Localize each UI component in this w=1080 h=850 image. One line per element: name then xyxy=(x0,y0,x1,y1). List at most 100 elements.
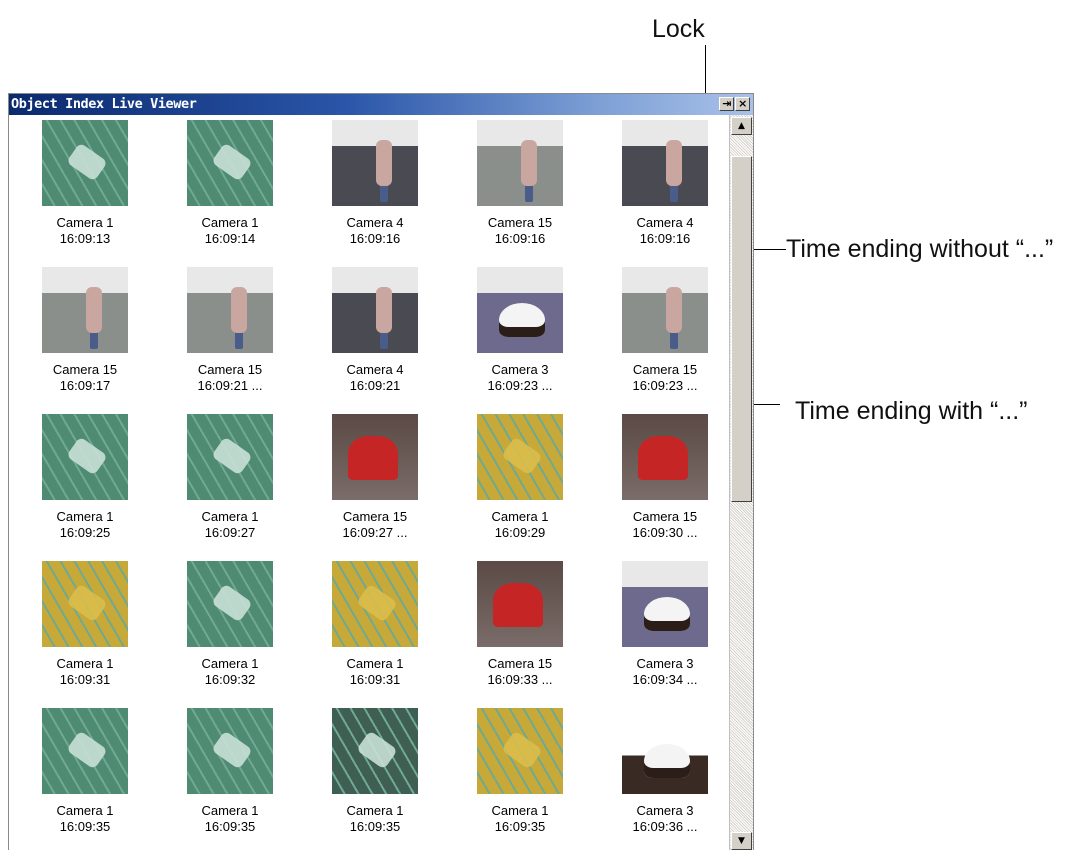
detected-object-shape xyxy=(501,436,543,476)
object-index-live-viewer-window: Object Index Live Viewer ⇥ × Camera 1 16:… xyxy=(8,93,754,850)
detected-object-shape xyxy=(644,744,690,778)
camera-snapshot-image[interactable] xyxy=(332,120,418,206)
lock-button[interactable]: ⇥ xyxy=(719,97,734,111)
thumbnail-item[interactable]: Camera 1 16:09:29 xyxy=(448,414,592,541)
camera-snapshot-image[interactable] xyxy=(42,414,128,500)
camera-snapshot-image[interactable] xyxy=(42,120,128,206)
thumbnail-item[interactable]: Camera 15 16:09:27 ... xyxy=(303,414,447,541)
thumbnail-item[interactable]: Camera 1 16:09:35 xyxy=(158,708,302,835)
camera-snapshot-image[interactable] xyxy=(42,267,128,353)
camera-snapshot-image[interactable] xyxy=(477,414,563,500)
timestamp-label: 16:09:35 xyxy=(349,819,401,834)
window-title: Object Index Live Viewer xyxy=(11,96,197,112)
camera-snapshot-image[interactable] xyxy=(622,708,708,794)
thumbnail-item[interactable]: Camera 15 16:09:33 ... xyxy=(448,561,592,688)
detected-object-shape xyxy=(231,287,247,333)
camera-snapshot-image[interactable] xyxy=(187,414,273,500)
thumbnail-item[interactable]: Camera 1 16:09:25 xyxy=(13,414,157,541)
vertical-scrollbar[interactable]: ▲ ▼ xyxy=(729,115,753,850)
thumbnail-item[interactable]: Camera 1 16:09:27 xyxy=(158,414,302,541)
thumbnail-item[interactable]: Camera 1 16:09:32 xyxy=(158,561,302,688)
camera-label: Camera 1 xyxy=(56,656,114,671)
detected-object-shape xyxy=(211,142,253,182)
camera-snapshot-image[interactable] xyxy=(187,708,273,794)
camera-label: Camera 1 xyxy=(201,509,259,524)
timestamp-label: 16:09:35 xyxy=(494,819,546,834)
camera-label: Camera 15 xyxy=(342,509,408,524)
camera-snapshot-image[interactable] xyxy=(622,267,708,353)
detected-object-shape xyxy=(66,142,108,182)
detected-object-shape xyxy=(501,730,543,770)
thumbnail-item[interactable]: Camera 4 16:09:16 xyxy=(593,120,737,247)
timestamp-label: 16:09:21 xyxy=(349,378,401,393)
close-button[interactable]: × xyxy=(735,97,750,111)
camera-label: Camera 1 xyxy=(491,803,549,818)
thumbnail-item[interactable]: Camera 1 16:09:13 xyxy=(13,120,157,247)
thumbnail-item[interactable]: Camera 15 16:09:21 ... xyxy=(158,267,302,394)
timestamp-label: 16:09:25 xyxy=(59,525,111,540)
camera-label: Camera 1 xyxy=(56,509,114,524)
thumbnail-item[interactable]: Camera 4 16:09:21 xyxy=(303,267,447,394)
detected-object-shape xyxy=(86,287,102,333)
detected-object-shape xyxy=(66,583,108,623)
camera-label: Camera 3 xyxy=(636,656,694,671)
timestamp-label: 16:09:30 ... xyxy=(632,525,698,540)
thumbnail-item[interactable]: Camera 15 16:09:17 xyxy=(13,267,157,394)
timestamp-label: 16:09:16 xyxy=(494,231,546,246)
camera-label: Camera 15 xyxy=(197,362,263,377)
detected-object-shape xyxy=(211,583,253,623)
thumbnail-item[interactable]: Camera 1 16:09:14 xyxy=(158,120,302,247)
camera-snapshot-image[interactable] xyxy=(477,708,563,794)
thumbnail-item[interactable]: Camera 1 16:09:35 xyxy=(448,708,592,835)
timestamp-label: 16:09:16 xyxy=(639,231,691,246)
timestamp-label: 16:09:14 xyxy=(204,231,256,246)
thumbnail-item[interactable]: Camera 4 16:09:16 xyxy=(303,120,447,247)
time-with-ellipsis-annotation: Time ending with “...” xyxy=(795,397,1028,425)
camera-snapshot-image[interactable] xyxy=(332,708,418,794)
thumbnail-item[interactable]: Camera 3 16:09:36 ... xyxy=(593,708,737,835)
camera-snapshot-image[interactable] xyxy=(622,414,708,500)
timestamp-label: 16:09:34 ... xyxy=(632,672,698,687)
timestamp-label: 16:09:31 xyxy=(59,672,111,687)
timestamp-label: 16:09:13 xyxy=(59,231,111,246)
timestamp-label: 16:09:17 xyxy=(59,378,111,393)
camera-snapshot-image[interactable] xyxy=(187,120,273,206)
camera-snapshot-image[interactable] xyxy=(42,561,128,647)
camera-snapshot-image[interactable] xyxy=(477,267,563,353)
camera-snapshot-image[interactable] xyxy=(187,561,273,647)
camera-snapshot-image[interactable] xyxy=(332,414,418,500)
timestamp-label: 16:09:21 ... xyxy=(197,378,263,393)
camera-snapshot-image[interactable] xyxy=(42,708,128,794)
camera-label: Camera 4 xyxy=(346,215,404,230)
camera-snapshot-image[interactable] xyxy=(477,120,563,206)
thumbnail-item[interactable]: Camera 1 16:09:31 xyxy=(303,561,447,688)
scrollbar-thumb[interactable] xyxy=(731,156,752,502)
camera-snapshot-image[interactable] xyxy=(187,267,273,353)
thumbnail-item[interactable]: Camera 15 16:09:30 ... xyxy=(593,414,737,541)
camera-snapshot-image[interactable] xyxy=(332,267,418,353)
camera-label: Camera 15 xyxy=(52,362,118,377)
detected-object-shape xyxy=(66,436,108,476)
scroll-up-button[interactable]: ▲ xyxy=(731,117,752,135)
detected-object-shape xyxy=(499,303,545,337)
thumbnail-item[interactable]: Camera 15 16:09:23 ... xyxy=(593,267,737,394)
camera-label: Camera 3 xyxy=(491,362,549,377)
camera-snapshot-image[interactable] xyxy=(332,561,418,647)
lock-annotation: Lock xyxy=(652,15,705,43)
camera-snapshot-image[interactable] xyxy=(622,561,708,647)
thumbnail-item[interactable]: Camera 3 16:09:34 ... xyxy=(593,561,737,688)
camera-snapshot-image[interactable] xyxy=(622,120,708,206)
camera-snapshot-image[interactable] xyxy=(477,561,563,647)
thumbnail-item[interactable]: Camera 15 16:09:16 xyxy=(448,120,592,247)
camera-label: Camera 4 xyxy=(346,362,404,377)
scroll-down-icon: ▼ xyxy=(738,836,745,846)
camera-label: Camera 1 xyxy=(201,656,259,671)
thumbnail-item[interactable]: Camera 3 16:09:23 ... xyxy=(448,267,592,394)
thumbnail-item[interactable]: Camera 1 16:09:35 xyxy=(303,708,447,835)
detected-object-shape xyxy=(666,287,682,333)
timestamp-label: 16:09:31 xyxy=(349,672,401,687)
scroll-down-button[interactable]: ▼ xyxy=(731,832,752,850)
thumbnail-item[interactable]: Camera 1 16:09:35 xyxy=(13,708,157,835)
thumbnail-item[interactable]: Camera 1 16:09:31 xyxy=(13,561,157,688)
timestamp-label: 16:09:16 xyxy=(349,231,401,246)
